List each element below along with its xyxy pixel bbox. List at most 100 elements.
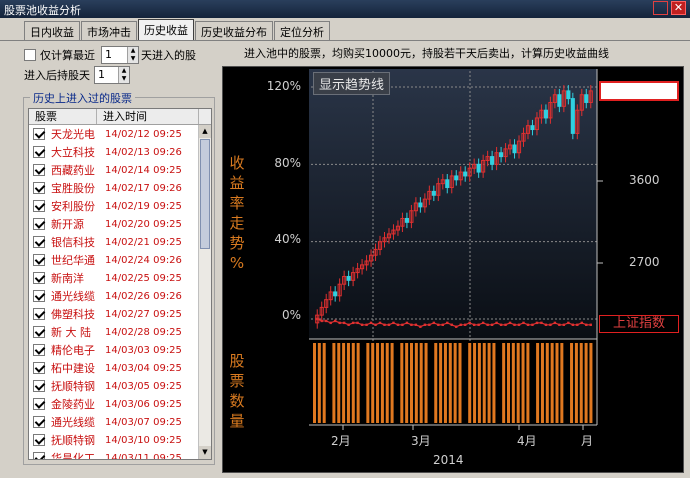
stock-count-bar [313, 343, 316, 423]
row-checkbox[interactable] [33, 452, 45, 459]
table-row[interactable]: 宝胜股份 14/02/17 09:26 [29, 179, 199, 197]
index-point [553, 321, 557, 325]
stepper-down-icon[interactable]: ▼ [128, 55, 138, 63]
row-checkbox[interactable] [33, 380, 45, 392]
stock-count-bar [448, 343, 452, 423]
recent-days-checkbox[interactable] [24, 49, 36, 61]
table-row[interactable]: 世纪华通 14/02/24 09:26 [29, 251, 199, 269]
table-row[interactable]: 通光线缆 14/02/26 09:26 [29, 287, 199, 305]
row-checkbox[interactable] [33, 182, 45, 194]
entry-time: 14/02/21 09:25 [105, 236, 182, 248]
row-checkbox[interactable] [33, 326, 45, 338]
index-point [383, 323, 386, 326]
restore-icon[interactable] [653, 1, 668, 15]
index-point [356, 321, 359, 325]
index-point [504, 323, 507, 326]
table-row[interactable]: 抚顺特钢 14/03/05 09:25 [29, 377, 199, 395]
table-row[interactable]: 银信科技 14/02/21 09:25 [29, 233, 199, 251]
row-checkbox[interactable] [33, 218, 45, 230]
history-stock-list[interactable]: 股票 进入时间 天龙光电 14/02/12 09:25 大立科技 14/02/13 0… [28, 108, 212, 460]
index-point [392, 321, 395, 325]
hold-days-label: 进入后持股天 [24, 69, 90, 82]
hold-days-stepper[interactable]: 1 ▲ ▼ [94, 66, 130, 84]
row-checkbox[interactable] [33, 362, 45, 374]
scroll-down-icon[interactable]: ▼ [199, 446, 211, 459]
list-rows: 天龙光电 14/02/12 09:25 大立科技 14/02/13 09:26 西藏药业… [29, 125, 199, 459]
stepper-up-icon[interactable]: ▲ [119, 67, 129, 75]
index-point [441, 323, 444, 326]
table-row[interactable]: 大立科技 14/02/13 09:26 [29, 143, 199, 161]
table-row[interactable]: 新开源 14/02/20 09:25 [29, 215, 199, 233]
table-row[interactable]: 新 大 陆 14/02/28 09:25 [29, 323, 199, 341]
stock-count-bar [439, 343, 443, 423]
row-checkbox[interactable] [33, 416, 45, 428]
row-checkbox[interactable] [33, 164, 45, 176]
stock-name: 西藏药业 [51, 164, 95, 177]
recent-days-stepper[interactable]: 1 ▲ ▼ [101, 46, 139, 64]
close-icon[interactable]: ✕ [671, 1, 686, 15]
table-row[interactable]: 佛塑科技 14/02/27 09:25 [29, 305, 199, 323]
index-point [329, 321, 332, 325]
tab-intraday[interactable]: 日内收益 [24, 21, 80, 40]
tab-market-impact[interactable]: 市场冲击 [81, 21, 137, 40]
row-checkbox[interactable] [33, 434, 45, 446]
table-row[interactable]: 天龙光电 14/02/12 09:25 [29, 125, 199, 143]
table-row[interactable]: 精伦电子 14/03/03 09:25 [29, 341, 199, 359]
show-trend-button[interactable]: 显示趋势线 [313, 72, 391, 95]
history-group-title: 历史上进入过的股票 [30, 90, 135, 106]
stock-count-bar [458, 343, 462, 423]
row-checkbox[interactable] [33, 146, 45, 158]
scroll-thumb[interactable] [200, 139, 210, 249]
candle-body [566, 90, 571, 100]
index-point [464, 323, 467, 326]
table-row[interactable]: 金陵药业 14/03/06 09:25 [29, 395, 199, 413]
recent-days-value[interactable]: 1 [102, 47, 127, 63]
hold-days-value[interactable]: 1 [95, 67, 118, 83]
stock-count-bar [434, 343, 438, 423]
column-header-time[interactable]: 进入时间 [97, 109, 199, 124]
stock-count-bar [390, 343, 394, 423]
stock-count-bar [555, 343, 559, 423]
chart-canvas [309, 69, 603, 430]
stock-count-bar [550, 343, 554, 423]
table-row[interactable]: 华昌化工 14/03/11 09:25 [29, 449, 199, 459]
row-checkbox[interactable] [33, 254, 45, 266]
row-checkbox[interactable] [33, 128, 45, 140]
entry-time: 14/03/03 09:25 [105, 344, 182, 356]
stepper-up-icon[interactable]: ▲ [128, 47, 138, 55]
stock-count-bar [516, 343, 520, 423]
table-row[interactable]: 新南洋 14/02/25 09:25 [29, 269, 199, 287]
column-header-stock[interactable]: 股票 [29, 109, 97, 124]
y-tick-80: 80% [274, 156, 301, 170]
row-checkbox[interactable] [33, 236, 45, 248]
stock-name: 抚顺特钢 [51, 434, 95, 447]
index-point [558, 323, 561, 326]
row-checkbox[interactable] [33, 308, 45, 320]
stock-count-bar [545, 343, 549, 423]
candle-body [333, 291, 338, 297]
tab-history-return[interactable]: 历史收益 [138, 19, 194, 40]
stock-count-bar [477, 343, 481, 423]
candle-body [476, 163, 481, 173]
row-checkbox[interactable] [33, 272, 45, 284]
row-checkbox[interactable] [33, 344, 45, 356]
table-row[interactable]: 安利股份 14/02/19 09:25 [29, 197, 199, 215]
list-scrollbar[interactable]: ▲ ▼ [198, 125, 211, 459]
scroll-up-icon[interactable]: ▲ [199, 125, 211, 138]
table-row[interactable]: 通光线缆 14/03/07 09:25 [29, 413, 199, 431]
row-checkbox[interactable] [33, 200, 45, 212]
table-row[interactable]: 抚顺特钢 14/03/10 09:25 [29, 431, 199, 449]
table-row[interactable]: 柘中建设 14/03/04 09:25 [29, 359, 199, 377]
table-row[interactable]: 西藏药业 14/02/14 09:25 [29, 161, 199, 179]
index-point [576, 323, 579, 326]
row-checkbox[interactable] [33, 398, 45, 410]
row-checkbox[interactable] [33, 290, 45, 302]
stock-name: 银信科技 [51, 236, 95, 249]
candle-body [499, 152, 504, 158]
stock-count-bar [487, 343, 491, 423]
tab-history-distribution[interactable]: 历史收益分布 [195, 21, 273, 40]
candle-body [584, 94, 589, 103]
stepper-down-icon[interactable]: ▼ [119, 75, 129, 83]
index-point [468, 321, 471, 325]
tab-position-analysis[interactable]: 定位分析 [274, 21, 330, 40]
